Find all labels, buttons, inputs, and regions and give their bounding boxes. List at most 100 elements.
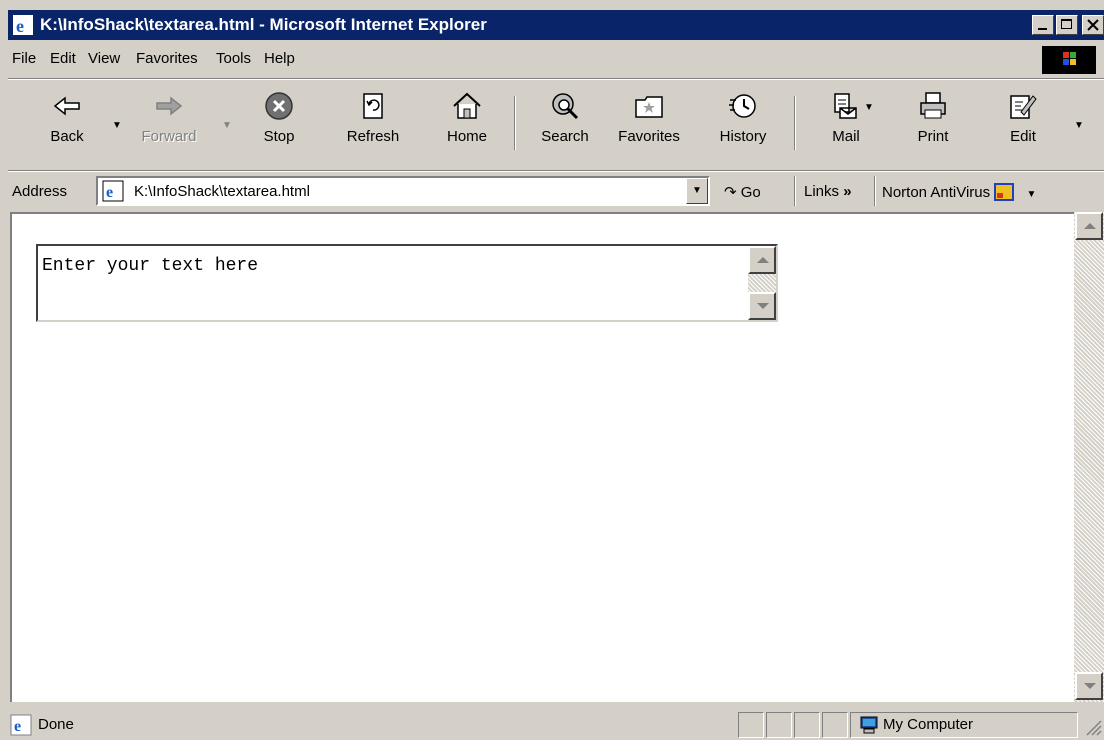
norton-antivirus-toolbar[interactable]: Norton AntiVirus ▼ bbox=[882, 183, 1036, 201]
forward-label: Forward bbox=[141, 128, 197, 145]
resize-grip-icon[interactable] bbox=[1084, 718, 1102, 736]
status-panel bbox=[766, 712, 792, 738]
my-computer-icon bbox=[860, 716, 878, 734]
toolbar-separator bbox=[794, 96, 796, 150]
scroll-up-icon bbox=[757, 257, 769, 263]
menu-favorites[interactable]: Favorites bbox=[136, 50, 198, 67]
address-label: Address bbox=[12, 183, 68, 200]
home-icon bbox=[453, 92, 481, 119]
text-area-scroll-down-button[interactable] bbox=[748, 292, 776, 320]
favorites-folder-icon bbox=[635, 96, 663, 118]
security-zone-label: My Computer bbox=[883, 716, 974, 733]
menu-bar: File Edit View Favorites Tools Help bbox=[8, 44, 1104, 76]
go-label: Go bbox=[740, 184, 761, 201]
page-ie-icon: e bbox=[102, 180, 124, 202]
go-arrow-icon: ↷ bbox=[724, 184, 737, 201]
print-label: Print bbox=[917, 128, 949, 145]
address-input[interactable]: e K:\InfoShack\textarea.html ▼ bbox=[96, 176, 710, 206]
text-area[interactable]: Enter your text here bbox=[36, 244, 778, 322]
svg-text:e: e bbox=[106, 184, 113, 201]
search-globe-icon bbox=[552, 93, 579, 120]
stop-icon bbox=[265, 92, 293, 120]
svg-text:e: e bbox=[16, 16, 24, 36]
windows-flag-icon bbox=[1063, 52, 1076, 65]
links-chevron-icon: » bbox=[843, 183, 852, 200]
mail-button[interactable]: Mail bbox=[816, 90, 876, 145]
page-scroll-down-button[interactable] bbox=[1075, 672, 1103, 700]
history-label: History bbox=[719, 128, 767, 145]
edit-page-icon bbox=[1010, 95, 1037, 119]
mail-icon bbox=[834, 93, 857, 119]
print-button[interactable]: Print bbox=[906, 90, 960, 145]
status-text: Done bbox=[38, 716, 74, 733]
printer-icon bbox=[920, 92, 946, 119]
back-arrow-icon bbox=[53, 96, 80, 116]
norton-icon bbox=[994, 183, 1015, 201]
close-button[interactable] bbox=[1082, 15, 1104, 35]
page-scroll-up-button[interactable] bbox=[1075, 212, 1103, 240]
security-zone-panel: My Computer bbox=[850, 712, 1078, 738]
go-button[interactable]: ↷ Go bbox=[724, 183, 761, 201]
maximize-button[interactable] bbox=[1056, 15, 1078, 35]
standard-toolbar: Back ▼ Forward ▼ Stop Refresh Home Searc… bbox=[8, 80, 1104, 170]
refresh-label: Refresh bbox=[346, 128, 400, 145]
edit-button[interactable]: Edit bbox=[998, 90, 1048, 145]
search-label: Search bbox=[541, 128, 589, 145]
scroll-up-icon bbox=[1084, 223, 1096, 229]
links-separator bbox=[874, 176, 876, 206]
norton-dropdown-arrow[interactable]: ▼ bbox=[1026, 189, 1036, 200]
address-value: K:\InfoShack\textarea.html bbox=[134, 183, 310, 200]
menu-edit[interactable]: Edit bbox=[50, 50, 76, 67]
home-label: Home bbox=[446, 128, 487, 145]
stop-button[interactable]: Stop bbox=[254, 90, 304, 145]
stop-label: Stop bbox=[263, 128, 295, 145]
window-title: K:\InfoShack\textarea.html - Microsoft I… bbox=[40, 15, 487, 34]
home-button[interactable]: Home bbox=[436, 90, 498, 145]
menu-view[interactable]: View bbox=[88, 50, 120, 67]
history-button[interactable]: History bbox=[708, 90, 778, 145]
address-dropdown-button[interactable]: ▼ bbox=[686, 178, 708, 204]
status-panel bbox=[738, 712, 764, 738]
refresh-button[interactable]: Refresh bbox=[336, 90, 410, 145]
forward-dropdown-arrow[interactable]: ▼ bbox=[222, 120, 232, 131]
text-area-scrollbar[interactable] bbox=[748, 246, 776, 320]
page-vertical-scrollbar[interactable] bbox=[1074, 212, 1104, 702]
refresh-icon bbox=[363, 93, 383, 119]
minimize-button[interactable] bbox=[1032, 15, 1054, 35]
links-label: Links bbox=[804, 183, 840, 200]
menu-help[interactable]: Help bbox=[264, 50, 295, 67]
edit-label: Edit bbox=[1010, 128, 1036, 145]
address-separator bbox=[794, 176, 796, 206]
forward-arrow-icon bbox=[156, 96, 183, 116]
favorites-button[interactable]: Favorites bbox=[604, 90, 694, 145]
close-icon bbox=[1087, 19, 1099, 31]
back-label: Back bbox=[50, 128, 84, 145]
mail-dropdown-arrow[interactable]: ▼ bbox=[864, 102, 874, 113]
windows-logo bbox=[1042, 46, 1096, 74]
ie-logo-icon: e bbox=[13, 15, 33, 36]
address-bar: Address e K:\InfoShack\textarea.html ▼ ↷… bbox=[8, 172, 1104, 210]
status-bar: e Done My Computer bbox=[8, 708, 1104, 740]
status-panel bbox=[822, 712, 848, 738]
mail-label: Mail bbox=[832, 128, 860, 145]
favorites-label: Favorites bbox=[618, 128, 680, 145]
browser-window: e K:\InfoShack\textarea.html - Microsoft… bbox=[0, 0, 1104, 740]
forward-button[interactable]: Forward bbox=[136, 90, 202, 145]
svg-text:e: e bbox=[14, 718, 21, 735]
scroll-down-icon bbox=[757, 303, 769, 309]
page-done-icon: e bbox=[10, 714, 32, 736]
links-button[interactable]: Links » bbox=[804, 183, 852, 200]
status-panel bbox=[794, 712, 820, 738]
search-button[interactable]: Search bbox=[532, 90, 598, 145]
back-button[interactable]: Back bbox=[42, 90, 92, 145]
title-bar[interactable]: e K:\InfoShack\textarea.html - Microsoft… bbox=[8, 10, 1104, 40]
text-area-value: Enter your text here bbox=[42, 256, 259, 276]
history-clock-icon bbox=[729, 94, 756, 118]
menu-tools[interactable]: Tools bbox=[216, 50, 251, 67]
scroll-down-icon bbox=[1084, 683, 1096, 689]
text-area-scroll-up-button[interactable] bbox=[748, 246, 776, 274]
norton-label: Norton AntiVirus bbox=[882, 184, 991, 201]
edit-dropdown-arrow[interactable]: ▼ bbox=[1074, 120, 1084, 131]
menu-file[interactable]: File bbox=[12, 50, 36, 67]
back-dropdown-arrow[interactable]: ▼ bbox=[112, 120, 122, 131]
